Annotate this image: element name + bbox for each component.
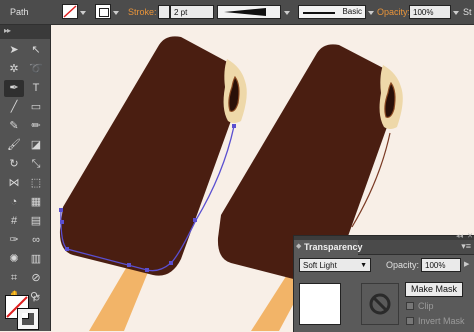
selection-tool-icon[interactable]: ➤ (4, 42, 24, 59)
opacity-dropdown-arrow-icon[interactable]: ▶ (464, 260, 469, 268)
artboard-tool-icon[interactable]: ⌗ (4, 270, 24, 287)
pencil-tool-icon[interactable]: ✏ (26, 118, 46, 135)
none-fill-icon (63, 5, 77, 18)
mask-thumbnail[interactable] (361, 283, 399, 325)
panel-close-icon[interactable]: ✕ (467, 232, 473, 240)
tab-transparency[interactable]: ◆ Transparency (294, 240, 363, 255)
direct-selection-tool-icon[interactable]: ↖ (26, 42, 46, 59)
no-mask-icon (369, 293, 391, 315)
make-mask-button[interactable]: Make Mask (405, 282, 463, 297)
transparency-panel: ◂◂ ✕ ◆ Transparency ▾≡ Soft Light ▼ Opac… (293, 232, 474, 332)
paintbrush-tool-icon[interactable]: ✎ (4, 118, 24, 135)
pen-tool-icon[interactable]: ✒ (4, 80, 24, 97)
scale-tool-icon[interactable]: ⤡ (26, 156, 46, 173)
rotate-tool-icon[interactable]: ↻ (4, 156, 24, 173)
panel-opacity-field[interactable]: 100% (421, 258, 461, 272)
perspective-grid-tool-icon[interactable]: ▦ (26, 194, 46, 211)
fill-dropdown-icon[interactable] (80, 11, 86, 15)
panel-title: Transparency (304, 242, 363, 252)
collapse-icon[interactable]: ▸▸ (4, 26, 11, 35)
stroke-color-box[interactable] (17, 308, 39, 330)
shape-builder-tool-icon[interactable]: ◔ (4, 194, 24, 211)
stroke-stepper[interactable] (158, 5, 170, 19)
type-tool-icon[interactable]: T (26, 80, 46, 97)
width-tool-icon[interactable]: ⋈ (4, 175, 24, 192)
invert-mask-label: Invert Mask (418, 316, 465, 326)
stroke-weight-field[interactable]: 2 pt (170, 5, 214, 19)
clip-label: Clip (418, 301, 434, 311)
tools-panel-header[interactable]: ▸▸ (0, 25, 50, 39)
blob-brush-tool-icon[interactable]: 🖌 (4, 137, 24, 154)
swap-colors-icon[interactable]: ↺ (33, 293, 41, 304)
free-transform-tool-icon[interactable]: ⬚ (26, 175, 46, 192)
brush-label: Basic (342, 7, 362, 16)
stroke-label[interactable]: Stroke: (128, 0, 157, 24)
opacity-dropdown-icon[interactable] (453, 11, 459, 15)
width-profile-shape-icon (224, 8, 266, 16)
fill-swatch[interactable] (62, 4, 78, 19)
blend-mode-dropdown-icon: ▼ (360, 262, 367, 269)
line-tool-icon[interactable]: ╱ (4, 99, 24, 116)
opacity-label[interactable]: Opacity: (377, 0, 410, 24)
rectangle-tool-icon[interactable]: ▭ (26, 99, 46, 116)
stroke-dropdown-icon[interactable] (113, 11, 119, 15)
opacity-field[interactable]: 100% (409, 5, 451, 19)
style-label[interactable]: St (463, 0, 472, 24)
brush-dropdown-icon[interactable] (368, 11, 374, 15)
control-bar: Path Stroke: 2 pt Basic Opacity: 100% St (0, 0, 474, 25)
magic-wand-tool-icon[interactable]: ✲ (4, 61, 24, 78)
stroke-swatch[interactable] (95, 4, 111, 19)
clip-checkbox[interactable] (406, 302, 414, 310)
invert-mask-checkbox[interactable] (406, 317, 414, 325)
panel-collapse-icon[interactable]: ◂◂ (456, 232, 463, 240)
symbol-sprayer-tool-icon[interactable]: ✺ (4, 251, 24, 268)
blend-mode-select[interactable]: Soft Light ▼ (299, 258, 371, 272)
blend-tool-icon[interactable]: ∞ (26, 232, 46, 249)
tools-panel: ▸▸ ➤ ↖ ✲ ➰ ✒ T ╱ ▭ ✎ ✏ 🖌 ◪ ↻ ⤡ ⋈ ⬚ ◔ ▦ #… (0, 25, 51, 331)
brush-definition[interactable]: Basic (298, 5, 366, 19)
popsicle-chocolate-left (59, 36, 242, 276)
blend-mode-value: Soft Light (303, 261, 337, 270)
lasso-tool-icon[interactable]: ➰ (26, 61, 46, 78)
gradient-tool-icon[interactable]: ▤ (26, 213, 46, 230)
profile-dropdown-icon[interactable] (284, 11, 290, 15)
mesh-tool-icon[interactable]: # (4, 213, 24, 230)
panel-opacity-label: Opacity: (386, 260, 420, 270)
column-graph-tool-icon[interactable]: ▥ (26, 251, 46, 268)
eyedropper-tool-icon[interactable]: ✑ (4, 232, 24, 249)
variable-width-profile[interactable] (217, 5, 281, 19)
slice-tool-icon[interactable]: ⊘ (26, 270, 46, 287)
panel-tab-bar: ◆ Transparency ▾≡ (294, 240, 474, 255)
eraser-tool-icon[interactable]: ◪ (26, 137, 46, 154)
object-thumbnail[interactable] (299, 283, 341, 325)
panel-menu-icon[interactable]: ▾≡ (461, 241, 471, 252)
object-type-label: Path (10, 7, 29, 17)
tab-arrows-icon: ◆ (296, 243, 302, 250)
